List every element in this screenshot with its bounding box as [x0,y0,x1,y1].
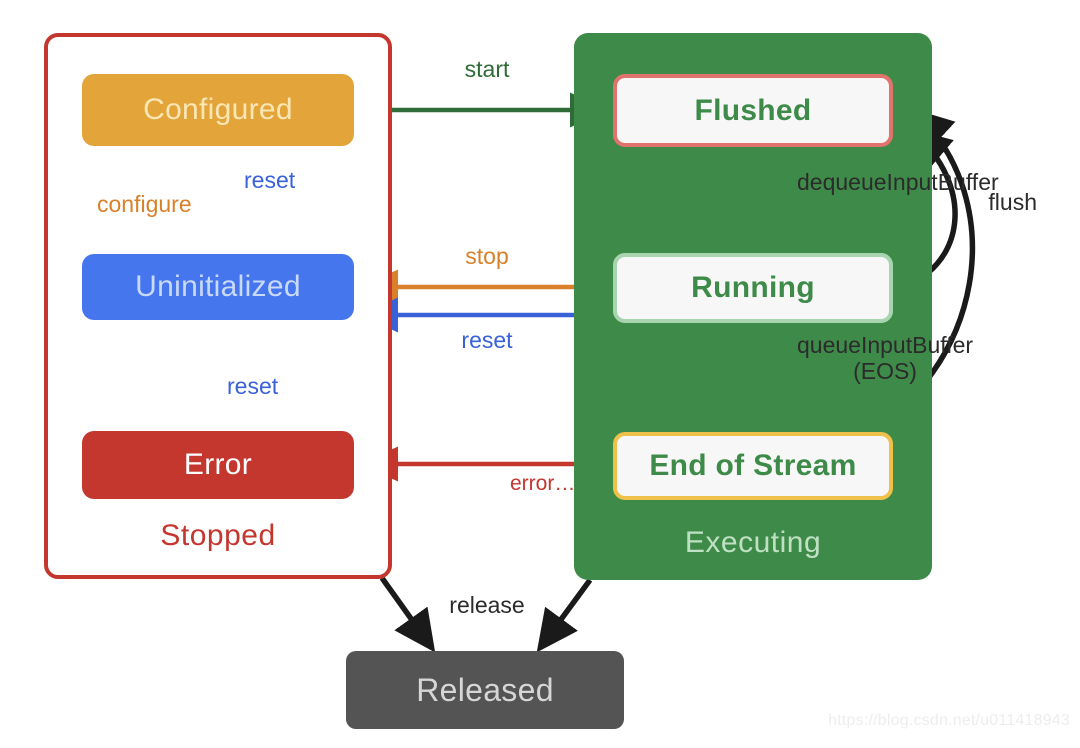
edge-release-from-stopped [379,576,436,653]
state-node-flushed[interactable]: Flushed [613,74,893,147]
edge-label-reset-running: reset [461,327,513,353]
edge-label-error: error… [510,472,576,495]
state-node-end-of-stream[interactable]: End of Stream [613,432,893,500]
edge-label-queue-input-buffer-line2: (EOS) [853,357,917,384]
edge-label-queue-input-buffer-eos: queueInputBuffer (EOS) [797,332,974,385]
state-diagram-canvas: Stopped Executing Configured Uninitializ… [0,0,1080,748]
edge-label-reset-configured: reset [244,167,296,193]
group-executing-label: Executing [684,526,822,559]
edge-label-queue-input-buffer-line1: queueInputBuffer [797,332,974,358]
edge-label-dequeue-input-buffer: dequeueInputBuffer [797,169,999,195]
state-node-running[interactable]: Running [613,253,893,323]
edge-label-stop: stop [465,243,509,269]
watermark: https://blog.csdn.net/u011418943 [828,712,1070,729]
state-node-uninitialized[interactable]: Uninitialized [82,254,354,320]
group-stopped-label: Stopped [160,519,276,552]
edge-label-reset-error: reset [227,373,279,399]
state-node-error[interactable]: Error [82,431,354,499]
edge-release-from-executing [536,578,593,653]
state-node-released[interactable]: Released [346,651,624,729]
edge-label-release: release [449,592,525,618]
edge-label-configure: configure [97,191,192,217]
edge-label-start: start [464,56,510,82]
state-node-configured[interactable]: Configured [82,74,354,146]
